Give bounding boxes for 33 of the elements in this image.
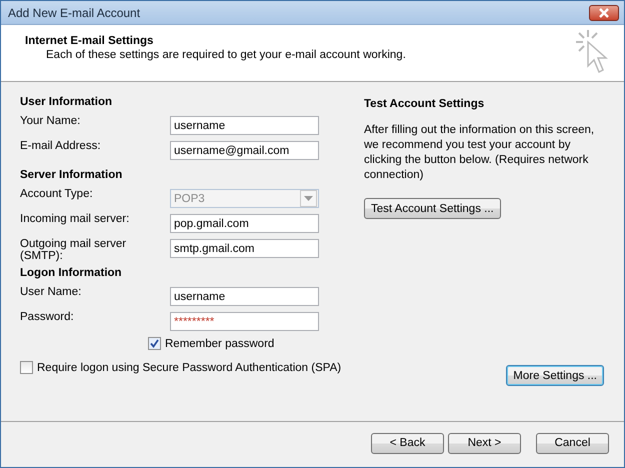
window-title: Add New E-mail Account [8,6,140,20]
field-label: E-mail Address: [20,139,102,152]
test-account-button[interactable]: Test Account Settings ... [364,198,501,219]
close-icon [598,8,610,18]
cursor-click-icon [574,28,610,76]
field-label: User Name: [20,285,82,298]
wizard-button[interactable]: Cancel [536,432,609,454]
checkmark-icon [150,339,159,348]
field-label: Password: [20,310,75,323]
input-field[interactable]: smtp.gmail.com [170,239,319,258]
field-label: Your Name: [20,114,82,127]
field-label: Account Type: [20,187,94,200]
page-subtitle: Each of these settings are required to get your e-mail account working. [45,49,406,61]
section-heading: User Information [20,96,112,108]
field-label: Outgoing mail server (SMTP): [20,237,128,262]
section-heading: Server Information [20,169,122,181]
dropdown-arrow-icon [304,196,313,201]
input-field[interactable]: username [170,287,319,306]
password-field[interactable]: ********* [170,312,319,331]
section-heading: Logon Information [20,267,122,279]
test-description: After filling out the information on this screen, we recommend you test your account by clicking the button below. (Requires network connection) [364,123,596,183]
section-heading: Test Account Settings [364,98,484,110]
page-title: Internet E-mail Settings [25,35,154,47]
spa-checkbox[interactable]: Require logon using Secure Password Authentication (SPA) [20,361,342,374]
more-settings-button[interactable]: More Settings ... [506,365,604,386]
input-field[interactable]: username [170,116,319,135]
wizard-button[interactable]: < Back [371,432,444,454]
remember-password-checkbox[interactable]: Remember password [148,337,274,350]
input-field[interactable]: pop.gmail.com [170,214,319,233]
input-field[interactable]: username@gmail.com [170,141,319,160]
wizard-button[interactable]: Next > [448,432,521,454]
close-button[interactable] [589,4,619,20]
field-label: Incoming mail server: [20,212,130,225]
